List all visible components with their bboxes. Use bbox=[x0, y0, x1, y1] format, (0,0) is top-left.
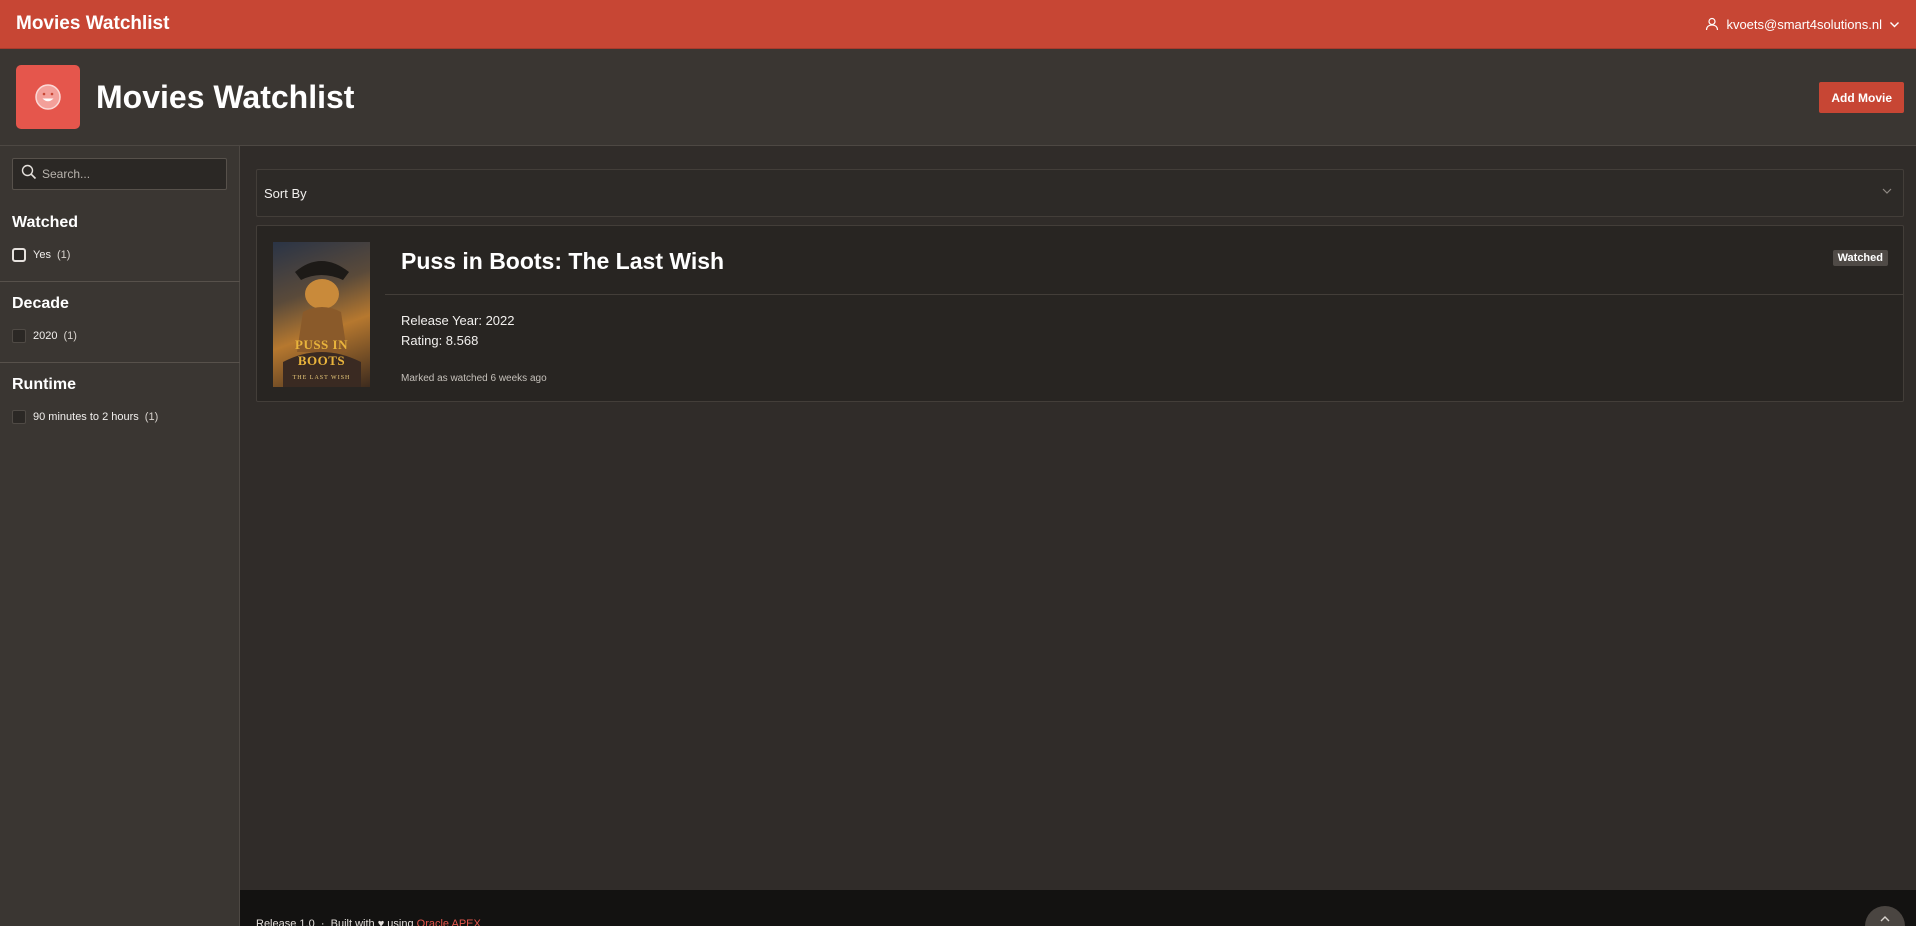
search-field[interactable] bbox=[12, 158, 227, 190]
facet-option-count: (1) bbox=[56, 249, 71, 261]
checkbox[interactable] bbox=[12, 410, 26, 424]
chevron-down-icon bbox=[1889, 19, 1900, 30]
faceted-search-sidebar: Watched Yes (1) Decade 2020 (1) Runtime … bbox=[0, 146, 240, 926]
app-title[interactable]: Movies Watchlist bbox=[16, 13, 169, 35]
search-icon bbox=[21, 164, 37, 185]
user-icon bbox=[1705, 17, 1719, 31]
smiley-icon bbox=[16, 65, 80, 129]
chevron-up-icon bbox=[1865, 913, 1905, 926]
top-navigation-bar: Movies Watchlist kvoets@smart4solutions.… bbox=[0, 0, 1916, 49]
status-badge: Watched bbox=[1832, 250, 1888, 266]
facet-decade: Decade 2020 (1) bbox=[0, 295, 240, 343]
footer-text: Release 1.0 · Built with ♥ using Oracle … bbox=[256, 918, 481, 926]
facet-option-90-to-120[interactable]: 90 minutes to 2 hours (1) bbox=[12, 410, 240, 424]
divider bbox=[0, 281, 240, 282]
poster-subtitle: THE LAST WISH bbox=[292, 375, 351, 381]
scroll-to-top-button[interactable] bbox=[1865, 906, 1905, 926]
built-with-label: Built with bbox=[330, 918, 375, 926]
facet-option-label: 2020 bbox=[33, 330, 58, 342]
movie-poster: PUSS IN BOOTS THE LAST WISH bbox=[273, 242, 370, 387]
facet-option-count: (1) bbox=[144, 411, 159, 423]
movie-title: Puss in Boots: The Last Wish bbox=[401, 248, 725, 274]
facet-title: Decade bbox=[12, 295, 69, 312]
movie-card[interactable]: PUSS IN BOOTS THE LAST WISH Puss in Boot… bbox=[256, 225, 1904, 402]
page-title: Movies Watchlist bbox=[96, 78, 355, 115]
checkbox[interactable] bbox=[12, 248, 26, 262]
rating: Rating: 8.568 bbox=[401, 333, 479, 348]
facet-watched: Watched Yes (1) bbox=[0, 214, 240, 262]
chevron-down-icon bbox=[1881, 184, 1893, 202]
heart-icon: ♥ bbox=[377, 918, 385, 926]
user-email: kvoets@smart4solutions.nl bbox=[1726, 16, 1882, 32]
facet-option-yes[interactable]: Yes (1) bbox=[12, 248, 240, 262]
oracle-apex-link[interactable]: Oracle APEX bbox=[417, 918, 481, 926]
facet-option-2020[interactable]: 2020 (1) bbox=[12, 329, 240, 343]
sort-by-select[interactable]: Sort By bbox=[256, 169, 1904, 217]
facet-title: Watched bbox=[12, 214, 79, 231]
page-header: Movies Watchlist Add Movie bbox=[0, 49, 1916, 146]
divider bbox=[0, 362, 240, 363]
using-label: using bbox=[387, 918, 414, 926]
facet-option-label: 90 minutes to 2 hours bbox=[33, 411, 139, 423]
release-label: Release 1.0 bbox=[256, 918, 315, 926]
sort-by-label: Sort By bbox=[264, 185, 307, 201]
checkbox[interactable] bbox=[12, 329, 26, 343]
search-input[interactable] bbox=[42, 167, 222, 181]
watched-timestamp: Marked as watched 6 weeks ago bbox=[401, 373, 547, 384]
facet-title: Runtime bbox=[12, 376, 76, 393]
release-year: Release Year: 2022 bbox=[401, 313, 515, 328]
divider bbox=[385, 294, 1903, 295]
facet-option-count: (1) bbox=[63, 330, 77, 342]
facet-option-label: Yes bbox=[33, 249, 51, 261]
footer: Release 1.0 · Built with ♥ using Oracle … bbox=[240, 890, 1916, 926]
poster-title: PUSS IN BOOTS bbox=[295, 337, 348, 368]
user-menu[interactable]: kvoets@smart4solutions.nl bbox=[1705, 17, 1900, 32]
facet-runtime: Runtime 90 minutes to 2 hours (1) bbox=[0, 376, 240, 424]
add-movie-button[interactable]: Add Movie bbox=[1819, 82, 1904, 113]
